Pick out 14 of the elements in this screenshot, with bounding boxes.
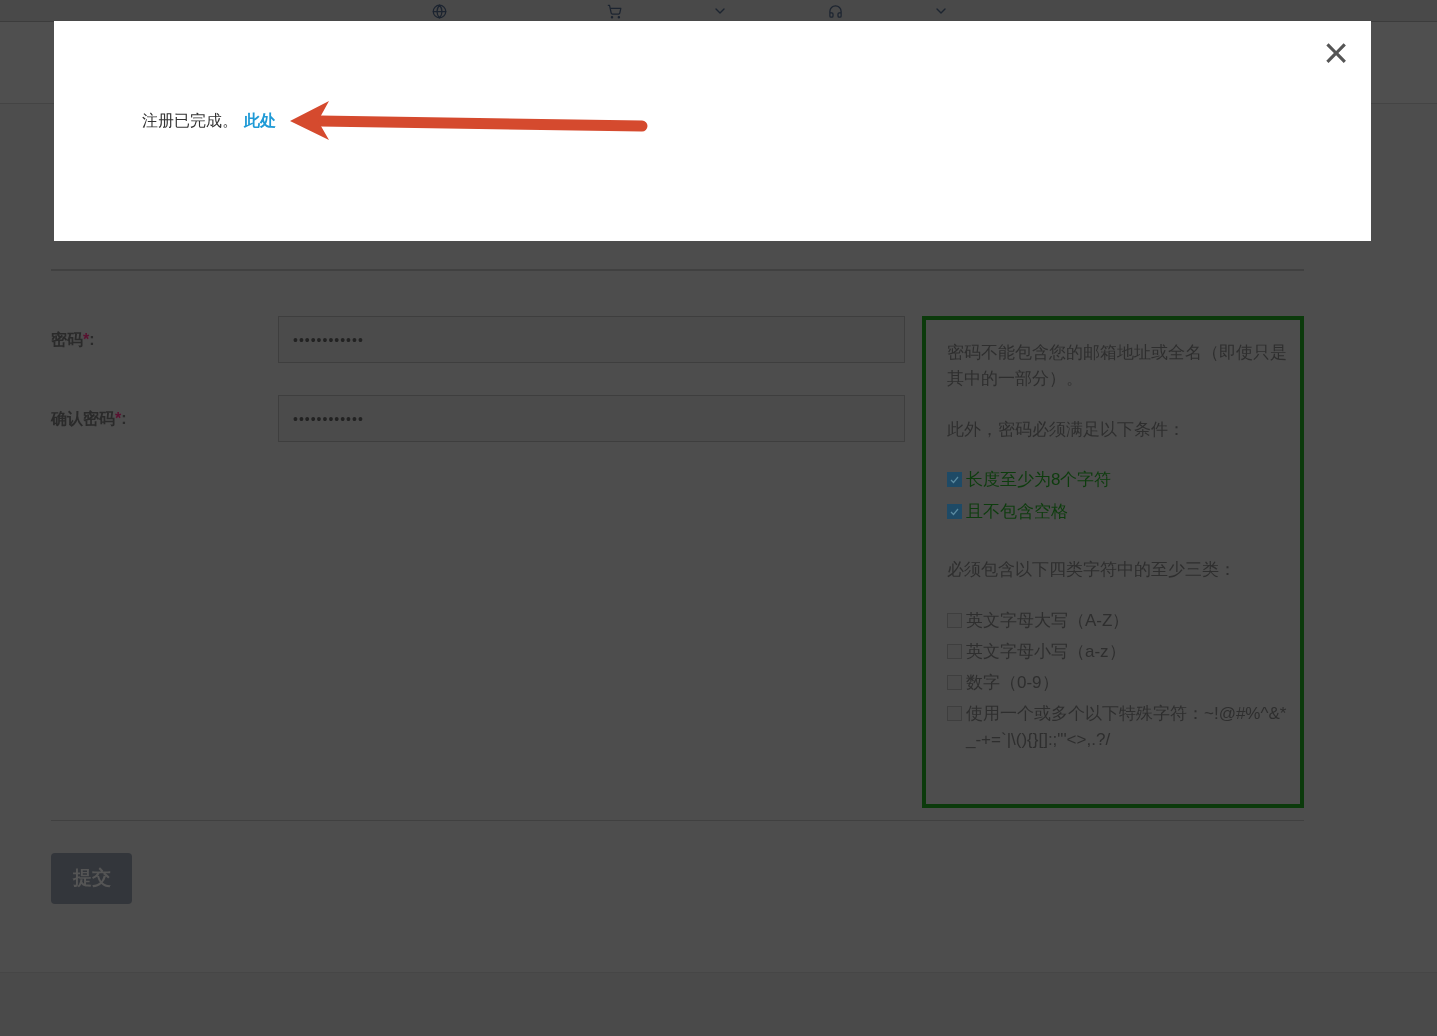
headset-icon — [828, 3, 843, 19]
checkmark-icon — [950, 475, 959, 484]
password-field[interactable]: •••••••••••• — [278, 316, 905, 363]
here-link[interactable]: 此处 — [244, 109, 276, 133]
requirement-text: 且不包含空格 — [966, 501, 1068, 523]
globe-icon — [432, 3, 447, 19]
requirement-text: 长度至少为8个字符 — [966, 469, 1112, 491]
checkmark-icon — [950, 507, 959, 516]
close-button[interactable]: × — [1323, 31, 1349, 75]
cart-icon — [607, 3, 622, 19]
checkbox[interactable] — [947, 504, 962, 519]
checkbox[interactable] — [947, 472, 962, 487]
password-field[interactable]: •••••••••••• — [278, 395, 905, 442]
confirmation-message: 注册已完成。 — [142, 111, 238, 131]
